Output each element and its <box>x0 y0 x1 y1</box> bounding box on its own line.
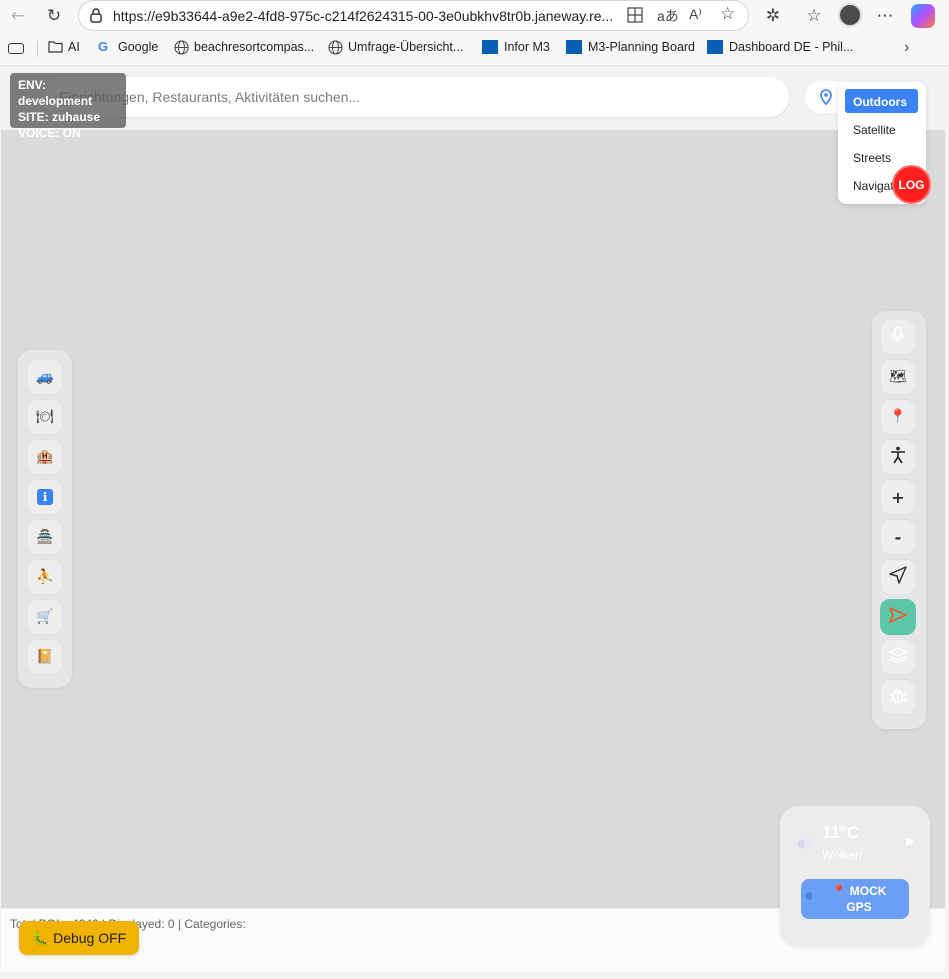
voice-label: VOICE: ON <box>18 126 81 140</box>
translate-icon[interactable]: aあ <box>657 6 679 26</box>
mock-gps-label: 📍 MOCK GPS <box>831 884 887 914</box>
globe-icon <box>174 40 189 55</box>
search-input[interactable]: Einrichtungen, Restaurants, Aktivitäten … <box>43 77 789 117</box>
accessibility-icon <box>890 446 906 468</box>
gps-dot-icon <box>806 892 812 900</box>
favorites-icon[interactable]: ☆ <box>801 4 827 28</box>
infor-icon <box>707 40 723 54</box>
send-button[interactable] <box>880 599 916 635</box>
bookmark-infor-m3[interactable]: Infor M3 <box>482 40 550 54</box>
address-row: ← ↻ https://e9b33644-a9e2-4fd8-975c-c214… <box>0 0 949 32</box>
map-style-outdoors[interactable]: Outdoors <box>845 89 918 113</box>
bookmark-m3-planning-board[interactable]: M3-Planning Board <box>566 40 695 54</box>
category-book-button[interactable]: 📔 <box>27 639 63 675</box>
category-info-button[interactable]: ℹ <box>27 479 63 515</box>
bookmark-dashboard[interactable]: Dashboard DE - Phil... <box>707 40 853 54</box>
mock-gps-button[interactable]: 📍 MOCK GPS <box>801 879 909 919</box>
zoom-in-button[interactable]: + <box>880 479 916 515</box>
pin-button[interactable]: 📍 <box>880 399 916 435</box>
map-controls-panel: 🗺 📍 + - <box>872 311 926 729</box>
debug-toggle-button[interactable]: 🐛 Debug OFF <box>19 921 139 955</box>
tab-actions-icon[interactable] <box>8 43 24 54</box>
back-icon[interactable]: ← <box>5 4 31 28</box>
env-badge: ENV: development SITE: zuhause VOICE: ON <box>10 73 126 140</box>
url-text: https://e9b33644-a9e2-4fd8-975c-c214f262… <box>113 8 614 24</box>
infor-icon <box>566 40 582 54</box>
map-canvas[interactable] <box>1 130 945 908</box>
lock-icon[interactable] <box>89 8 103 23</box>
env-label: ENV: development <box>18 78 93 108</box>
weather-description: Wolken <box>822 848 862 862</box>
temperature: 11°C <box>822 823 860 842</box>
info-icon: ℹ <box>37 489 53 505</box>
bookmark-divider <box>37 41 38 57</box>
zoom-out-icon: - <box>894 527 902 547</box>
zoom-out-button[interactable]: - <box>880 519 916 555</box>
category-temple-button[interactable]: 🏯 <box>27 519 63 555</box>
app-grid-icon[interactable] <box>627 7 643 23</box>
category-car-button[interactable]: 🚙 <box>27 359 63 395</box>
copilot-icon[interactable] <box>911 4 935 28</box>
more-menu-icon[interactable]: ⋯ <box>872 4 898 28</box>
map-view-button[interactable]: 🗺 <box>880 359 916 395</box>
extensions-icon[interactable]: ✲ <box>760 4 786 28</box>
address-bar[interactable]: https://e9b33644-a9e2-4fd8-975c-c214f262… <box>78 0 749 31</box>
zoom-in-icon: + <box>891 487 905 507</box>
accessibility-button[interactable] <box>880 439 916 475</box>
cloud-icon <box>796 836 816 854</box>
bookmark-beachresort[interactable]: beachresortcompas... <box>174 40 314 55</box>
bookmark-ai[interactable]: AI <box>48 40 80 54</box>
log-button[interactable]: LOG <box>892 165 931 204</box>
category-panel: 🚙 🍽 🏨 ℹ 🏯 ⛹ 🛒 📔 <box>18 350 72 688</box>
pin-icon: 📍 <box>889 409 907 425</box>
bookmark-google[interactable]: G Google <box>98 39 158 55</box>
folder-icon <box>48 40 63 54</box>
book-icon: 📔 <box>36 649 54 665</box>
microphone-icon <box>891 326 905 348</box>
layers-button[interactable] <box>880 639 916 675</box>
map-style-satellite[interactable]: Satellite <box>845 117 918 141</box>
chevron-right-icon[interactable]: › <box>904 39 909 57</box>
layers-icon <box>889 646 907 668</box>
google-icon: G <box>98 39 109 54</box>
play-icon[interactable]: ▶ <box>906 834 915 848</box>
profile-avatar[interactable] <box>838 3 862 27</box>
category-shopping-button[interactable]: 🛒 <box>27 599 63 635</box>
category-activity-button[interactable]: ⛹ <box>27 559 63 595</box>
car-icon: 🚙 <box>36 369 54 385</box>
category-hotel-button[interactable]: 🏨 <box>27 439 63 475</box>
shopping-cart-icon: 🛒 <box>36 609 54 625</box>
globe-icon <box>328 40 343 55</box>
infor-icon <box>482 40 498 54</box>
bookmarks-bar: AI G Google beachresortcompas... Umfrage… <box>0 37 949 61</box>
navigate-icon <box>889 566 907 588</box>
location-pin-icon <box>819 89 833 110</box>
hotel-icon: 🏨 <box>36 449 54 465</box>
bug-icon <box>889 686 907 708</box>
map-icon: 🗺 <box>889 369 907 385</box>
category-restaurant-button[interactable]: 🍽 <box>27 399 63 435</box>
activity-icon: ⛹ <box>36 569 54 585</box>
weather-widget: 11°C Wolken ▶ 📍 MOCK GPS <box>780 806 930 947</box>
restaurant-icon: 🍽 <box>36 409 54 425</box>
navigate-button[interactable] <box>880 559 916 595</box>
read-aloud-icon[interactable]: A⁾ <box>689 6 702 23</box>
reload-icon[interactable]: ↻ <box>41 4 67 28</box>
microphone-button[interactable] <box>880 319 916 355</box>
send-icon <box>889 607 907 627</box>
debug-bug-button[interactable] <box>880 679 916 715</box>
site-label: SITE: zuhause <box>18 110 101 124</box>
temple-icon: 🏯 <box>36 529 54 545</box>
browser-toolbar: ← ↻ https://e9b33644-a9e2-4fd8-975c-c214… <box>0 0 949 66</box>
favorite-star-icon[interactable]: ☆ <box>720 4 735 24</box>
bookmark-umfrage[interactable]: Umfrage-Übersicht... <box>328 40 463 55</box>
